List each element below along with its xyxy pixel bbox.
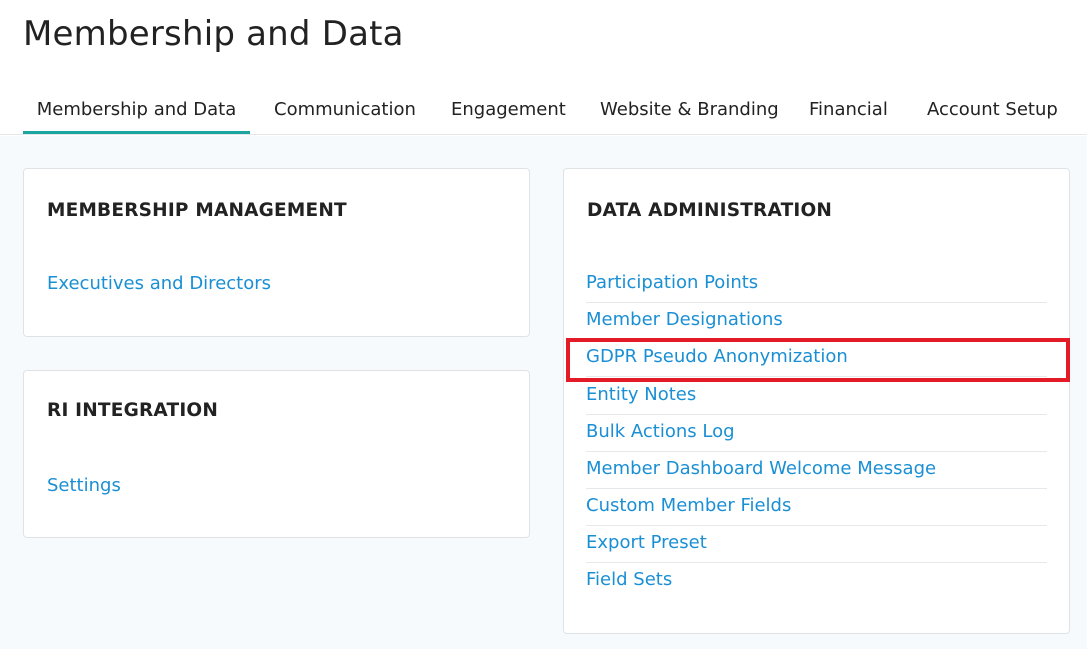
list-item: Field Sets bbox=[586, 563, 1047, 600]
field-sets-link[interactable]: Field Sets bbox=[586, 569, 672, 590]
ri-integration-card: RI INTEGRATION Settings bbox=[23, 370, 530, 538]
export-preset-link[interactable]: Export Preset bbox=[586, 532, 707, 553]
tab-financial[interactable]: Financial bbox=[809, 88, 888, 134]
tab-website-branding[interactable]: Website & Branding bbox=[600, 88, 779, 134]
member-dashboard-welcome-message-link[interactable]: Member Dashboard Welcome Message bbox=[586, 458, 936, 479]
data-administration-title: DATA ADMINISTRATION bbox=[587, 200, 833, 221]
member-designations-link[interactable]: Member Designations bbox=[586, 309, 783, 330]
settings-link[interactable]: Settings bbox=[47, 475, 121, 496]
entity-notes-link[interactable]: Entity Notes bbox=[586, 384, 696, 405]
gdpr-pseudo-anonymization-link[interactable]: GDPR Pseudo Anonymization bbox=[586, 346, 848, 367]
data-administration-card: DATA ADMINISTRATION Participation Points… bbox=[563, 168, 1070, 634]
tab-engagement[interactable]: Engagement bbox=[451, 88, 566, 134]
membership-management-title: MEMBERSHIP MANAGEMENT bbox=[47, 200, 347, 221]
tab-membership-and-data[interactable]: Membership and Data bbox=[23, 88, 250, 134]
page-title: Membership and Data bbox=[23, 14, 404, 54]
participation-points-link[interactable]: Participation Points bbox=[586, 272, 758, 293]
page-header: Membership and Data Membership and Data … bbox=[0, 0, 1087, 135]
list-item: Member Dashboard Welcome Message bbox=[586, 452, 1047, 489]
custom-member-fields-link[interactable]: Custom Member Fields bbox=[586, 495, 791, 516]
tab-communication[interactable]: Communication bbox=[274, 88, 416, 134]
membership-management-card: MEMBERSHIP MANAGEMENT Executives and Dir… bbox=[23, 168, 530, 337]
list-item: GDPR Pseudo Anonymization bbox=[586, 340, 1047, 377]
list-item: Bulk Actions Log bbox=[586, 415, 1047, 452]
tab-account-setup[interactable]: Account Setup bbox=[927, 88, 1058, 134]
list-item: Export Preset bbox=[586, 526, 1047, 563]
list-item: Custom Member Fields bbox=[586, 489, 1047, 526]
executives-and-directors-link[interactable]: Executives and Directors bbox=[47, 273, 271, 294]
list-item: Participation Points bbox=[586, 266, 1047, 303]
bulk-actions-log-link[interactable]: Bulk Actions Log bbox=[586, 421, 735, 442]
list-item: Member Designations bbox=[586, 303, 1047, 340]
ri-integration-title: RI INTEGRATION bbox=[47, 400, 219, 421]
list-item: Entity Notes bbox=[586, 378, 1047, 415]
